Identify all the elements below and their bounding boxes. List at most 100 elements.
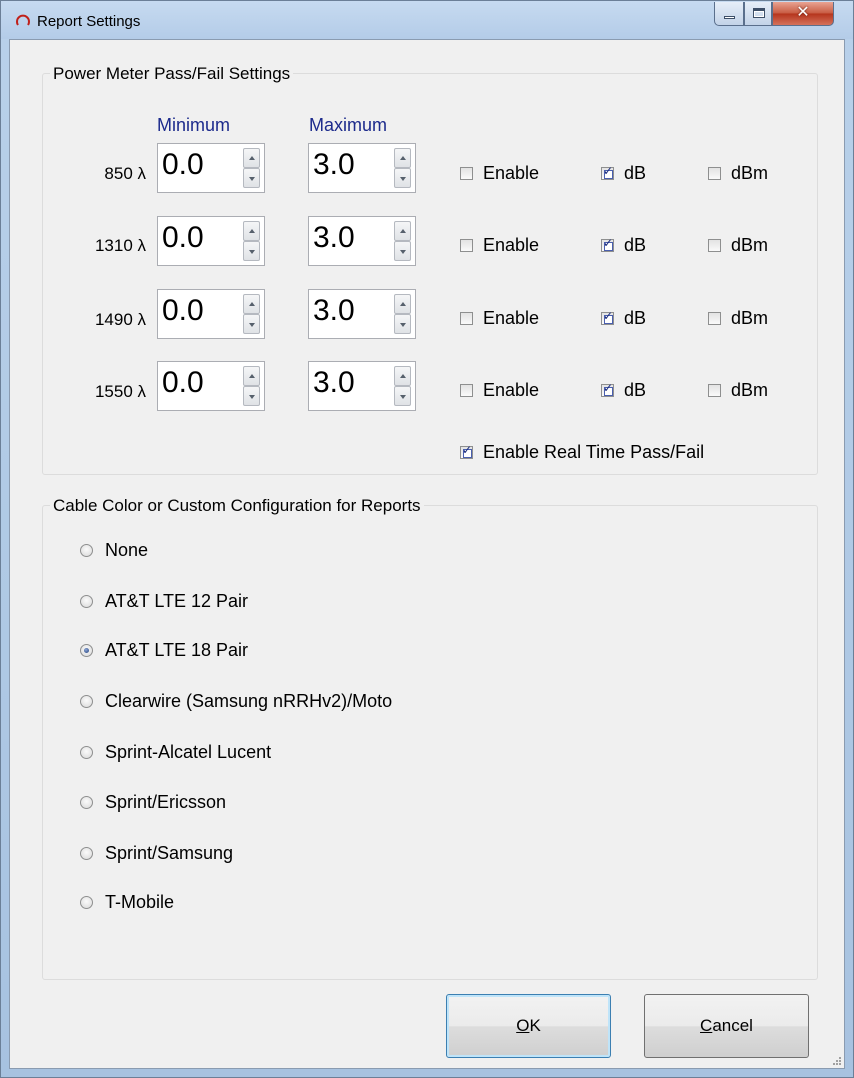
resize-grip-icon[interactable]: [832, 1056, 842, 1066]
maximum-spinbox[interactable]: 3.0: [308, 216, 416, 266]
wavelength-label: 850 λ: [104, 164, 146, 183]
checkbox-box[interactable]: [601, 164, 614, 180]
spin-up-arrow-icon[interactable]: [394, 148, 411, 168]
checkbox-label: dBm: [731, 380, 769, 400]
wavelength-label: 1550 λ: [94, 382, 146, 401]
radio-option[interactable]: None: [80, 540, 148, 561]
spin-up-arrow-icon[interactable]: [243, 148, 260, 168]
report-settings-window: Report Settings ✕ Power Meter Pass/Fail …: [0, 0, 854, 1078]
spin-down-arrow-icon[interactable]: [243, 386, 260, 406]
dialog-client-area: Power Meter Pass/Fail Settings Minimum M…: [9, 39, 845, 1069]
db-checkbox[interactable]: dB: [601, 380, 646, 401]
dbm-checkbox[interactable]: dBm: [708, 235, 768, 256]
minimum-spinbox[interactable]: 0.0: [157, 361, 265, 411]
minimize-button[interactable]: [714, 2, 744, 26]
spin-up-arrow-icon[interactable]: [243, 221, 260, 241]
spin-up-arrow-icon[interactable]: [394, 221, 411, 241]
radio-label: Clearwire (Samsung nRRHv2)/Moto: [105, 691, 393, 711]
spinner-buttons: [243, 221, 260, 261]
dbm-checkbox[interactable]: dBm: [708, 380, 768, 401]
enable-checkbox[interactable]: Enable: [460, 380, 539, 401]
spin-up-arrow-icon[interactable]: [243, 366, 260, 386]
spin-up-arrow-icon[interactable]: [394, 366, 411, 386]
radio-option[interactable]: Sprint/Ericsson: [80, 792, 226, 813]
checkbox-box[interactable]: [460, 167, 473, 180]
checkbox-box[interactable]: [460, 239, 473, 252]
radio-option[interactable]: Sprint-Alcatel Lucent: [80, 742, 271, 763]
maximum-value: 3.0: [313, 294, 355, 327]
ok-mnemonic: O: [516, 1016, 530, 1035]
maximum-spinbox[interactable]: 3.0: [308, 143, 416, 193]
spin-up-arrow-icon[interactable]: [243, 294, 260, 314]
checkbox-box[interactable]: [460, 312, 473, 325]
checkbox-label: Enable: [483, 163, 540, 183]
minimum-value: 0.0: [162, 148, 204, 181]
radio-button[interactable]: [80, 896, 93, 909]
radio-button[interactable]: [80, 544, 93, 557]
spinner-buttons: [394, 148, 411, 188]
radio-button[interactable]: [80, 644, 93, 657]
spin-down-arrow-icon[interactable]: [243, 241, 260, 261]
radio-label: T-Mobile: [105, 892, 175, 912]
db-checkbox[interactable]: dB: [601, 235, 646, 256]
radio-option[interactable]: Sprint/Samsung: [80, 843, 233, 864]
spin-down-arrow-icon[interactable]: [243, 314, 260, 334]
realtime-pass-fail-checkbox[interactable]: Enable Real Time Pass/Fail: [460, 442, 704, 463]
radio-button[interactable]: [80, 695, 93, 708]
ok-button[interactable]: OK: [446, 994, 611, 1058]
radio-label: Sprint/Samsung: [105, 843, 234, 863]
checkbox-box[interactable]: [708, 384, 721, 397]
checkbox-box[interactable]: [708, 312, 721, 325]
minimum-spinbox[interactable]: 0.0: [157, 216, 265, 266]
radio-option[interactable]: AT&T LTE 18 Pair: [80, 640, 248, 661]
enable-checkbox[interactable]: Enable: [460, 308, 539, 329]
close-icon: ✕: [796, 4, 810, 21]
maximize-icon: [753, 8, 765, 18]
checkbox-box[interactable]: [460, 443, 473, 459]
db-checkbox[interactable]: dB: [601, 308, 646, 329]
radio-label: Sprint/Ericsson: [105, 792, 227, 812]
checkbox-box[interactable]: [460, 384, 473, 397]
spin-down-arrow-icon[interactable]: [394, 386, 411, 406]
app-icon: [16, 14, 30, 26]
spin-down-arrow-icon[interactable]: [394, 168, 411, 188]
title-bar[interactable]: Report Settings ✕: [1, 1, 853, 39]
radio-button[interactable]: [80, 746, 93, 759]
radio-label: None: [105, 540, 149, 560]
dbm-checkbox[interactable]: dBm: [708, 308, 768, 329]
maximum-spinbox[interactable]: 3.0: [308, 289, 416, 339]
radio-button[interactable]: [80, 595, 93, 608]
maximum-spinbox[interactable]: 3.0: [308, 361, 416, 411]
radio-label: AT&T LTE 18 Pair: [105, 640, 249, 660]
checkbox-label: Enable: [483, 308, 540, 328]
maximize-button[interactable]: [744, 2, 772, 26]
checkbox-box[interactable]: [708, 239, 721, 252]
checkbox-label: dBm: [731, 235, 769, 255]
enable-checkbox[interactable]: Enable: [460, 235, 539, 256]
db-checkbox[interactable]: dB: [601, 163, 646, 184]
dbm-checkbox[interactable]: dBm: [708, 163, 768, 184]
minimum-spinbox[interactable]: 0.0: [157, 143, 265, 193]
minimum-value: 0.0: [162, 221, 204, 254]
checkbox-label: dB: [624, 235, 647, 255]
spin-down-arrow-icon[interactable]: [394, 314, 411, 334]
enable-checkbox[interactable]: Enable: [460, 163, 539, 184]
radio-option[interactable]: AT&T LTE 12 Pair: [80, 591, 248, 612]
spin-down-arrow-icon[interactable]: [243, 168, 260, 188]
minimum-spinbox[interactable]: 0.0: [157, 289, 265, 339]
spin-up-arrow-icon[interactable]: [394, 294, 411, 314]
checkbox-box[interactable]: [601, 236, 614, 252]
checkbox-box[interactable]: [708, 167, 721, 180]
checkbox-label: dBm: [731, 163, 769, 183]
radio-option[interactable]: Clearwire (Samsung nRRHv2)/Moto: [80, 691, 392, 712]
checkbox-box[interactable]: [601, 381, 614, 397]
checkbox-box[interactable]: [601, 309, 614, 325]
minimum-column-header: Minimum: [157, 115, 231, 135]
radio-option[interactable]: T-Mobile: [80, 892, 174, 913]
radio-button[interactable]: [80, 796, 93, 809]
checkbox-label: dB: [624, 163, 647, 183]
close-button[interactable]: ✕: [772, 2, 834, 26]
radio-button[interactable]: [80, 847, 93, 860]
spin-down-arrow-icon[interactable]: [394, 241, 411, 261]
cancel-button[interactable]: Cancel: [644, 994, 809, 1058]
